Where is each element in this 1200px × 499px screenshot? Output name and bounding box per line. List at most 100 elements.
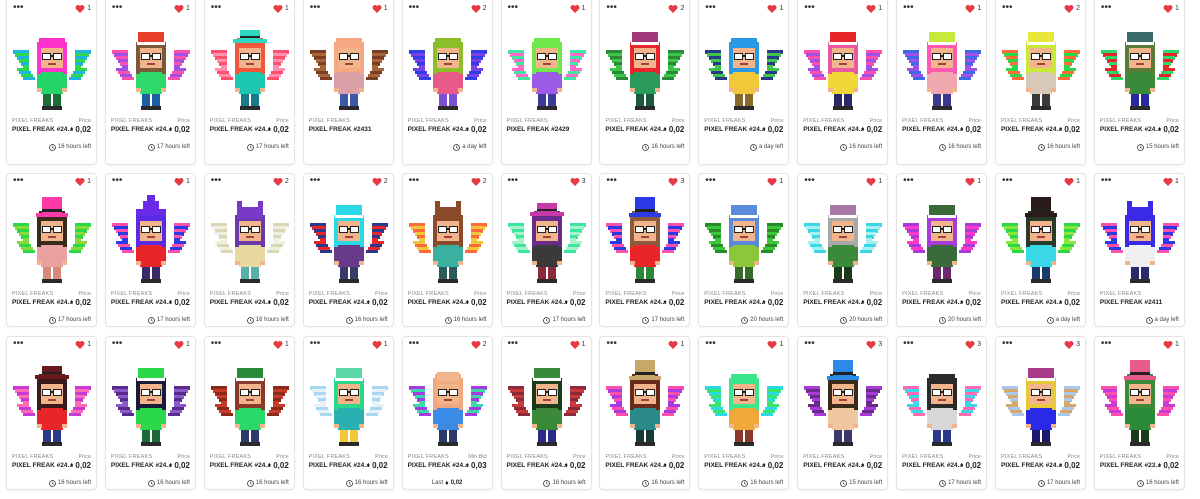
nft-card[interactable]: ••• 1 PIXEL FREAKS PIXEL FREAK #24... Price ♦… (896, 0, 988, 165)
token-name[interactable]: PIXEL FREAK #24... (704, 126, 765, 133)
token-name[interactable]: PIXEL FREAK #24... (1100, 126, 1161, 133)
token-name[interactable]: PIXEL FREAK #24... (309, 299, 370, 306)
more-options-icon[interactable]: ••• (1101, 175, 1112, 187)
collection-name[interactable]: PIXEL FREAKS (507, 291, 548, 297)
favorite-button[interactable]: 1 (75, 4, 91, 14)
token-name[interactable]: PIXEL FREAK #24... (902, 126, 963, 133)
token-name[interactable]: PIXEL FREAK #24... (12, 299, 73, 306)
more-options-icon[interactable]: ••• (409, 2, 420, 14)
collection-name[interactable]: PIXEL FREAKS (309, 118, 350, 124)
more-options-icon[interactable]: ••• (705, 2, 716, 14)
nft-card[interactable]: ••• 2 PIXEL FREAKS PIXEL FREAK #24... Min Bi… (401, 336, 493, 490)
more-options-icon[interactable]: ••• (903, 175, 914, 187)
more-options-icon[interactable]: ••• (903, 2, 914, 14)
nft-card[interactable]: ••• 1 PIXEL FREAKS PIXEL FREAK #24... Price ♦… (203, 0, 295, 165)
collection-name[interactable]: PIXEL FREAKS (507, 454, 548, 460)
favorite-button[interactable]: 1 (273, 4, 289, 14)
more-options-icon[interactable]: ••• (112, 175, 123, 187)
collection-name[interactable]: PIXEL FREAKS (111, 118, 152, 124)
token-name[interactable]: PIXEL FREAK #24... (507, 462, 568, 469)
nft-card[interactable]: ••• 1 PIXEL FREAKS PIXEL FREAK #24... Price ♦… (599, 336, 691, 490)
token-name[interactable]: PIXEL FREAK #23... (1100, 462, 1161, 469)
collection-name[interactable]: PIXEL FREAKS (1001, 118, 1042, 124)
nft-card[interactable]: ••• 1 PIXEL FREAKS PIXEL FREAK #24... Price ♦… (6, 173, 97, 327)
more-options-icon[interactable]: ••• (508, 175, 519, 187)
token-name[interactable]: PIXEL FREAK #24... (605, 462, 666, 469)
token-name[interactable]: PIXEL FREAK #24... (1001, 126, 1062, 133)
token-name[interactable]: PIXEL FREAK #24... (507, 299, 568, 306)
more-options-icon[interactable]: ••• (211, 175, 222, 187)
more-options-icon[interactable]: ••• (705, 175, 716, 187)
nft-avatar-image[interactable] (209, 356, 291, 452)
collection-name[interactable]: PIXEL FREAKS (1100, 118, 1141, 124)
favorite-button[interactable]: 1 (174, 340, 190, 350)
favorite-button[interactable]: 1 (273, 340, 289, 350)
more-options-icon[interactable]: ••• (804, 2, 815, 14)
nft-avatar-image[interactable] (308, 356, 390, 452)
nft-avatar-image[interactable] (506, 193, 588, 289)
more-options-icon[interactable]: ••• (211, 2, 222, 14)
more-options-icon[interactable]: ••• (606, 338, 617, 350)
nft-card[interactable]: ••• 1 PIXEL FREAKS PIXEL FREAK #24... Price ♦… (104, 336, 196, 490)
favorite-button[interactable]: 3 (1064, 340, 1080, 350)
nft-card[interactable]: ••• 3 PIXEL FREAKS PIXEL FREAK #24... Price ♦… (995, 336, 1086, 490)
nft-card[interactable]: ••• 1 PIXEL FREAKS PIXEL FREAK #2429 (500, 0, 592, 165)
favorite-button[interactable]: 1 (372, 340, 388, 350)
collection-name[interactable]: PIXEL FREAKS (309, 454, 350, 460)
favorite-button[interactable]: 3 (570, 177, 586, 187)
token-name[interactable]: PIXEL FREAK #2431 (309, 126, 372, 133)
favorite-button[interactable]: 2 (372, 177, 388, 187)
nft-avatar-image[interactable] (901, 356, 983, 452)
nft-avatar-image[interactable] (901, 20, 983, 116)
nft-card[interactable]: ••• 1 PIXEL FREAKS PIXEL FREAK #24... Price ♦… (995, 173, 1086, 327)
collection-name[interactable]: PIXEL FREAKS (704, 118, 745, 124)
collection-name[interactable]: PIXEL FREAKS (12, 291, 53, 297)
token-name[interactable]: PIXEL FREAK #24... (12, 462, 73, 469)
favorite-button[interactable]: 2 (1064, 4, 1080, 14)
nft-card[interactable]: ••• 3 PIXEL FREAKS PIXEL FREAK #24... Price ♦… (896, 336, 988, 490)
nft-avatar-image[interactable] (802, 20, 884, 116)
nft-card[interactable]: ••• 1 PIXEL FREAKS PIXEL FREAK #24... Price ♦… (797, 0, 889, 165)
collection-name[interactable]: PIXEL FREAKS (902, 291, 943, 297)
collection-name[interactable]: PIXEL FREAKS (605, 454, 646, 460)
more-options-icon[interactable]: ••• (1101, 2, 1112, 14)
collection-name[interactable]: PIXEL FREAKS (12, 118, 53, 124)
nft-card[interactable]: ••• 2 PIXEL FREAKS PIXEL FREAK #24... Price ♦… (401, 0, 493, 165)
favorite-button[interactable]: 1 (767, 177, 783, 187)
collection-name[interactable]: PIXEL FREAKS (111, 291, 152, 297)
collection-name[interactable]: PIXEL FREAKS (803, 118, 844, 124)
nft-avatar-image[interactable] (604, 193, 686, 289)
token-name[interactable]: PIXEL FREAK #24... (803, 126, 864, 133)
nft-avatar-image[interactable] (209, 20, 291, 116)
nft-card[interactable]: ••• 1 PIXEL FREAKS PIXEL FREAK #24... Price ♦… (1093, 0, 1185, 165)
token-name[interactable]: PIXEL FREAK #24... (704, 462, 765, 469)
more-options-icon[interactable]: ••• (13, 338, 24, 350)
nft-card[interactable]: ••• 3 PIXEL FREAKS PIXEL FREAK #24... Price ♦… (500, 173, 592, 327)
favorite-button[interactable]: 1 (1163, 177, 1179, 187)
favorite-button[interactable]: 1 (965, 177, 981, 187)
token-name[interactable]: PIXEL FREAK #24... (309, 462, 370, 469)
favorite-button[interactable]: 2 (273, 177, 289, 187)
nft-card[interactable]: ••• 3 PIXEL FREAKS PIXEL FREAK #24... Price ♦… (599, 173, 691, 327)
nft-card[interactable]: ••• 1 PIXEL FREAKS PIXEL FREAK #2431 (302, 0, 394, 165)
nft-avatar-image[interactable] (110, 193, 192, 289)
collection-name[interactable]: PIXEL FREAKS (210, 454, 251, 460)
collection-name[interactable]: PIXEL FREAKS (1100, 291, 1141, 297)
more-options-icon[interactable]: ••• (705, 338, 716, 350)
nft-avatar-image[interactable] (703, 20, 785, 116)
collection-name[interactable]: PIXEL FREAKS (902, 118, 943, 124)
token-name[interactable]: PIXEL FREAK #24... (210, 462, 271, 469)
collection-name[interactable]: PIXEL FREAKS (803, 291, 844, 297)
collection-name[interactable]: PIXEL FREAKS (507, 118, 548, 124)
collection-name[interactable]: PIXEL FREAKS (1100, 454, 1141, 460)
more-options-icon[interactable]: ••• (112, 338, 123, 350)
token-name[interactable]: PIXEL FREAK #24... (605, 126, 666, 133)
token-name[interactable]: PIXEL FREAK #24... (1001, 299, 1062, 306)
favorite-button[interactable]: 1 (767, 340, 783, 350)
more-options-icon[interactable]: ••• (903, 338, 914, 350)
favorite-button[interactable]: 3 (668, 177, 684, 187)
nft-avatar-image[interactable] (802, 356, 884, 452)
nft-card[interactable]: ••• 1 PIXEL FREAKS PIXEL FREAK #24... Price ♦… (6, 0, 97, 165)
more-options-icon[interactable]: ••• (508, 338, 519, 350)
nft-avatar-image[interactable] (11, 193, 93, 289)
